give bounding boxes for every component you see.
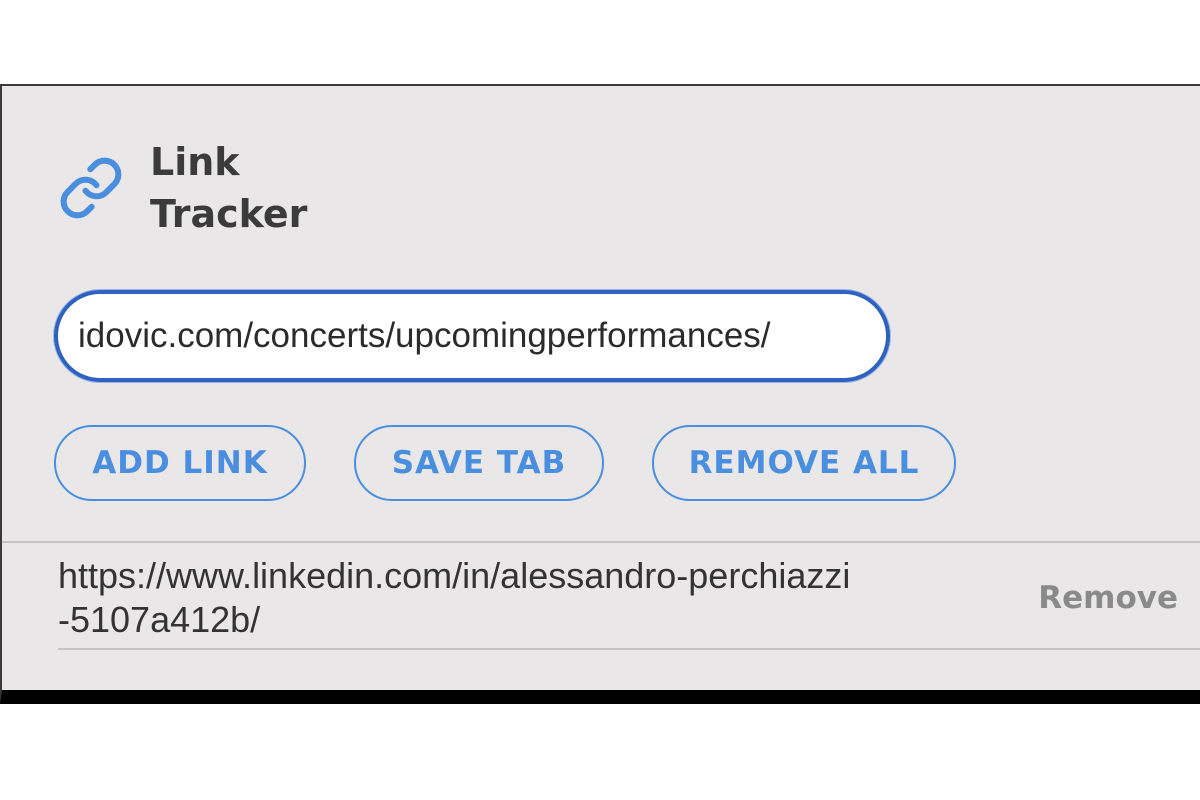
remove-all-button[interactable]: REMOVE ALL [652, 425, 956, 501]
remove-link-button[interactable]: Remove [1038, 580, 1178, 616]
app-title-line2: Tracker [150, 192, 308, 236]
divider [2, 541, 1200, 543]
app-title-line1: Link [150, 140, 240, 184]
header: Link Tracker [58, 136, 370, 240]
saved-link-url[interactable]: https://www.linkedin.com/in/alessandro-p… [58, 554, 858, 642]
save-tab-button[interactable]: SAVE TAB [354, 425, 604, 501]
add-link-button[interactable]: ADD LINK [54, 425, 306, 501]
action-buttons: ADD LINK SAVE TAB REMOVE ALL [54, 425, 956, 501]
link-icon [58, 155, 124, 221]
app-title: Link Tracker [150, 136, 370, 240]
link-tracker-popup: Link Tracker ADD LINK SAVE TAB REMOVE AL… [0, 84, 1200, 704]
url-input[interactable] [54, 290, 890, 382]
list-item: https://www.linkedin.com/in/alessandro-p… [58, 548, 1200, 650]
